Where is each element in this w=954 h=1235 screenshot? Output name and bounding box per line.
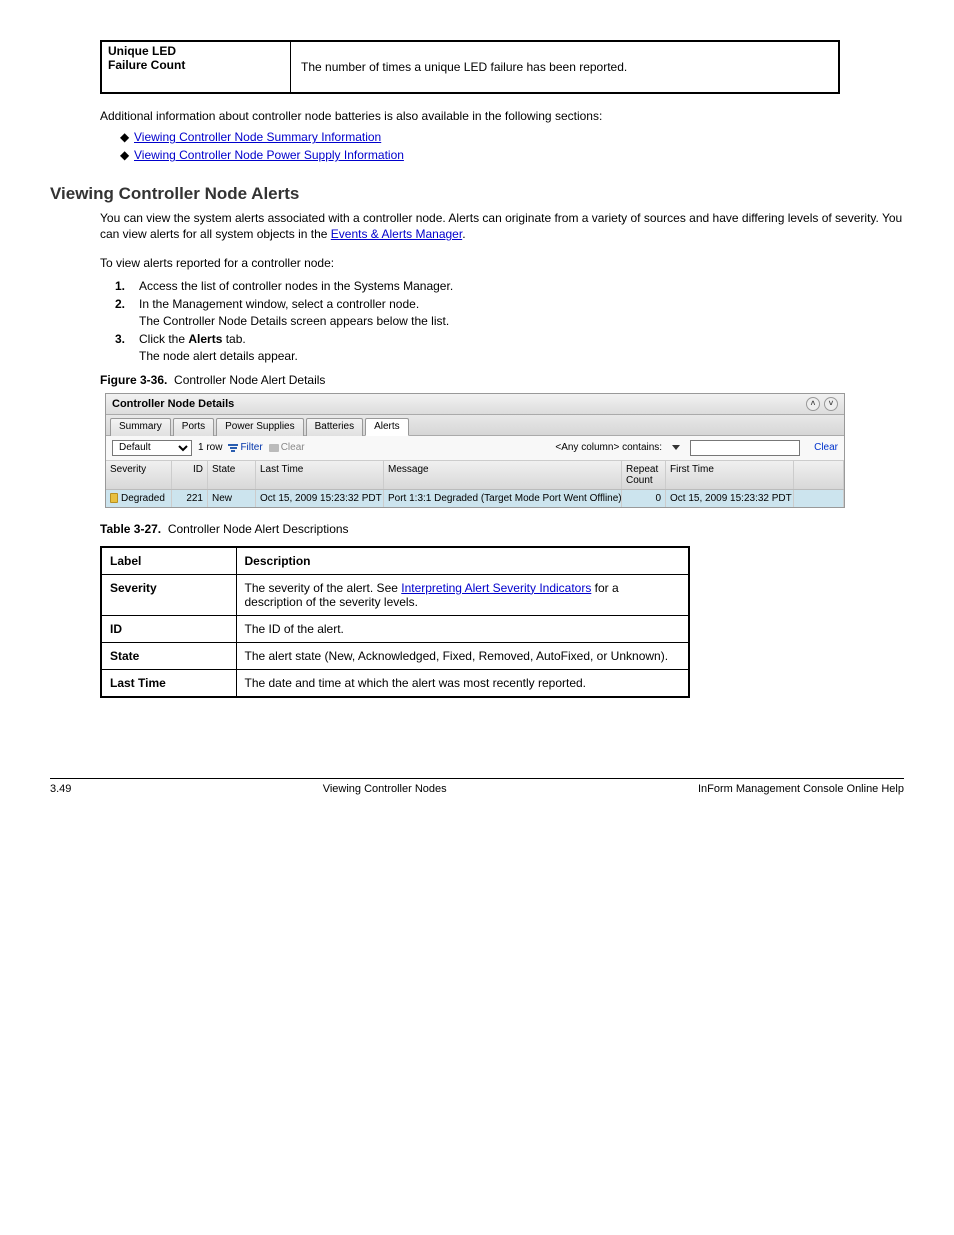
col-first-time[interactable]: First Time (666, 461, 794, 489)
collapse-down-icon[interactable]: ˅ (824, 397, 838, 411)
steps-intro: To view alerts reported for a controller… (100, 255, 904, 271)
col-last-time[interactable]: Last Time (256, 461, 384, 489)
tab-power-supplies[interactable]: Power Supplies (216, 418, 303, 436)
view-select[interactable]: Default (112, 440, 192, 456)
tab-batteries[interactable]: Batteries (306, 418, 363, 436)
filter-button[interactable]: Filter (228, 442, 262, 453)
col-severity[interactable]: Severity (106, 461, 172, 489)
bullet-icon: ◆ (120, 130, 134, 144)
footer-right: InForm Management Console Online Help (698, 783, 904, 795)
tab-alerts[interactable]: Alerts (365, 418, 409, 436)
bullet-icon: ◆ (120, 148, 134, 162)
filter-icon (228, 444, 238, 452)
section-heading: Viewing Controller Node Alerts (50, 184, 904, 204)
contains-label: <Any column> contains: (555, 442, 662, 453)
dropdown-icon[interactable] (672, 445, 680, 450)
row-count: 1 row (198, 442, 222, 453)
panel-header: Controller Node Details ˄ ˅ (106, 394, 844, 415)
col-repeat[interactable]: Repeat Count (622, 461, 666, 489)
step-2: 2. In the Management window, select a co… (115, 297, 904, 328)
footer-center: Viewing Controller Nodes (323, 783, 447, 795)
row-lasttime-label: Last Time (101, 669, 236, 697)
cell-repeat: 0 (622, 490, 666, 507)
step-3: 3. Click the Alerts tab. The node alert … (115, 332, 904, 363)
row-id-desc: The ID of the alert. (236, 615, 689, 642)
row-severity-desc: The severity of the alert. See Interpret… (236, 574, 689, 615)
desc-header-desc: Description (236, 547, 689, 575)
cell-last-time: Oct 15, 2009 15:23:32 PDT (256, 490, 384, 507)
row-lasttime-desc: The date and time at which the alert was… (236, 669, 689, 697)
panel-tabs: Summary Ports Power Supplies Batteries A… (106, 415, 844, 436)
figure-caption: Figure 3-36. Controller Node Alert Detai… (100, 373, 904, 387)
panel-toolbar: Default 1 row Filter Clear <Any column> … (106, 436, 844, 461)
link-severity-indicators[interactable]: Interpreting Alert Severity Indicators (401, 581, 591, 595)
clear-filter-button[interactable]: Clear (269, 442, 305, 453)
filter-input[interactable] (690, 440, 800, 456)
row-severity-label: Severity (101, 574, 236, 615)
cell-message: Port 1:3:1 Degraded (Target Mode Port We… (384, 490, 622, 507)
controller-node-details-panel: Controller Node Details ˄ ˅ Summary Port… (105, 393, 845, 508)
desc-table: Label Description Severity The severity … (100, 546, 690, 698)
cell-severity: Degraded (121, 493, 165, 504)
grid-row[interactable]: Degraded 221 New Oct 15, 2009 15:23:32 P… (106, 490, 844, 507)
row-state-desc: The alert state (New, Acknowledged, Fixe… (236, 642, 689, 669)
warning-icon (110, 493, 118, 503)
col-message[interactable]: Message (384, 461, 622, 489)
cell-id: 221 (172, 490, 208, 507)
desc-table-caption: Table 3-27. Controller Node Alert Descri… (100, 522, 904, 536)
col-id[interactable]: ID (172, 461, 208, 489)
additional-info-intro: Additional information about controller … (100, 108, 904, 124)
page-footer: 3.49 Viewing Controller Nodes InForm Man… (50, 779, 904, 795)
cell-state: New (208, 490, 256, 507)
cell-first-time: Oct 15, 2009 15:23:32 PDT (666, 490, 794, 507)
meta-value: The number of times a unique LED failure… (291, 41, 839, 93)
clear-link[interactable]: Clear (814, 442, 838, 453)
footer-left: 3.49 (50, 783, 71, 795)
link-summary-info[interactable]: Viewing Controller Node Summary Informat… (134, 130, 381, 144)
tab-ports[interactable]: Ports (173, 418, 214, 436)
row-state-label: State (101, 642, 236, 669)
clear-filter-icon (269, 444, 279, 452)
tab-summary[interactable]: Summary (110, 418, 171, 436)
col-tail (794, 461, 844, 489)
step-1: 1. Access the list of controller nodes i… (115, 279, 904, 293)
panel-title: Controller Node Details (112, 398, 234, 410)
col-state[interactable]: State (208, 461, 256, 489)
link-events-alerts[interactable]: Events & Alerts Manager (331, 227, 462, 241)
meta-label: Unique LED Failure Count (101, 41, 291, 93)
section-paragraph: You can view the system alerts associate… (100, 210, 904, 242)
collapse-up-icon[interactable]: ˄ (806, 397, 820, 411)
link-psu-info[interactable]: Viewing Controller Node Power Supply Inf… (134, 148, 404, 162)
grid-header: Severity ID State Last Time Message Repe… (106, 461, 844, 490)
desc-header-label: Label (101, 547, 236, 575)
additional-info-list: ◆Viewing Controller Node Summary Informa… (120, 130, 904, 162)
metadata-table: Unique LED Failure Count The number of t… (100, 40, 840, 94)
row-id-label: ID (101, 615, 236, 642)
